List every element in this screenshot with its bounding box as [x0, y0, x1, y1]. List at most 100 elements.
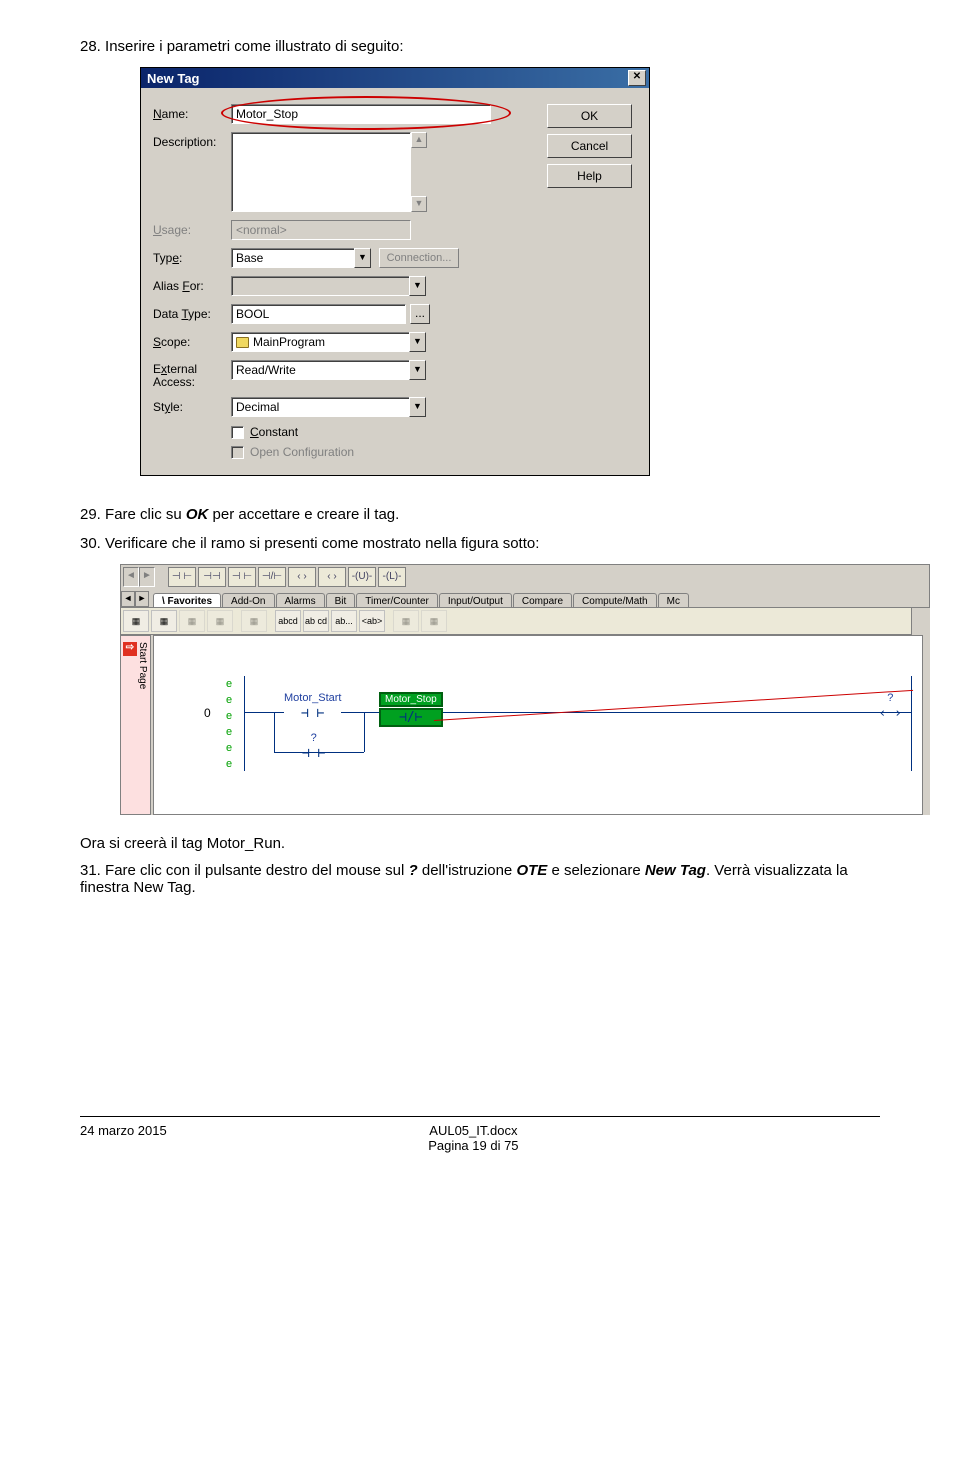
- toolbar-button[interactable]: ‹ ›: [288, 567, 316, 587]
- cancel-button[interactable]: Cancel: [547, 134, 632, 158]
- button-column: OK Cancel Help: [547, 104, 637, 463]
- dialog-titlebar: New Tag ✕: [141, 68, 649, 88]
- contact-motor-stop[interactable]: Motor_Stop ⊣/⊢: [379, 692, 443, 727]
- style-label: Style:: [153, 397, 231, 414]
- scroll-left-icon[interactable]: ◄: [123, 567, 139, 587]
- step-29-prefix: Fare clic su: [105, 506, 186, 523]
- toolbar-button[interactable]: abcd: [275, 610, 301, 632]
- tb2-btn: ▦: [421, 610, 447, 632]
- tb2-btn: ▦: [207, 610, 233, 632]
- help-button[interactable]: Help: [547, 164, 632, 188]
- xic-icon: ⊣ ⊢: [301, 706, 324, 721]
- xio-icon: ⊣/⊢: [399, 710, 422, 725]
- start-page-tab[interactable]: ⇨ Start Page: [120, 635, 151, 815]
- tb2-btn[interactable]: ▦: [123, 610, 149, 632]
- toolbar-button[interactable]: ab cd: [303, 610, 329, 632]
- opencfg-checkbox: [231, 446, 244, 459]
- ladder-editor-wrap: ◄ ► ⊣ ⊢⊣⊣⊣ ⊢⊣/⊢‹ ›‹ ›-(U)--(L)- ◄ ► \ Fa…: [120, 564, 880, 815]
- footer-date: 24 marzo 2015: [80, 1123, 167, 1153]
- contact-motor-start[interactable]: Motor_Start ⊣ ⊢: [284, 692, 341, 721]
- alias-value: [231, 276, 409, 296]
- rung-wire: [244, 712, 912, 713]
- chevron-down-icon[interactable]: ▼: [409, 360, 426, 380]
- step-num-30: 30.: [80, 535, 101, 552]
- footer-file: AUL05_IT.docx: [167, 1123, 780, 1138]
- tab-compare[interactable]: Compare: [513, 593, 572, 607]
- constant-checkbox[interactable]: [231, 426, 244, 439]
- external-label: External Access:: [153, 360, 231, 389]
- step-29: 29. Fare clic su OK per accettare e crea…: [80, 506, 880, 523]
- type-value: Base: [231, 248, 354, 268]
- datatype-label: Data Type:: [153, 304, 231, 321]
- tab-alarms[interactable]: Alarms: [276, 593, 325, 607]
- toolbar-button[interactable]: ‹ ›: [318, 567, 346, 587]
- scope-value: MainProgram: [231, 332, 409, 352]
- external-combo[interactable]: Read/Write ▼: [231, 360, 426, 380]
- type-combo[interactable]: Base ▼: [231, 248, 371, 268]
- tab-next-icon[interactable]: ►: [135, 591, 149, 607]
- style-combo[interactable]: Decimal ▼: [231, 397, 426, 417]
- new-tag-dialog-wrap: New Tag ✕ Name: Description:: [140, 67, 880, 476]
- step-31: 31. Fare clic con il pulsante destro del…: [80, 862, 880, 896]
- chevron-down-icon[interactable]: ▼: [354, 248, 371, 268]
- output-ote[interactable]: ? ‹ ›: [879, 692, 902, 721]
- toolbar-button[interactable]: ⊣⊣: [198, 567, 226, 587]
- tb2-btn: ▦: [393, 610, 419, 632]
- tabs-row: ◄ ► \ FavoritesAdd-OnAlarmsBitTimer/Coun…: [120, 588, 930, 608]
- annotation-arrow: [434, 690, 913, 721]
- folder-icon: [236, 337, 249, 348]
- description-label: Description:: [153, 132, 231, 149]
- tb2-btn: ▦: [241, 610, 267, 632]
- rung-rail-left: [244, 676, 245, 771]
- datatype-input[interactable]: [231, 304, 406, 324]
- toolbar-button[interactable]: ab...: [331, 610, 357, 632]
- toolbar-button[interactable]: <ab>: [359, 610, 385, 632]
- type-label: Type:: [153, 248, 231, 265]
- scope-combo[interactable]: MainProgram ▼: [231, 332, 426, 352]
- toolbar-button[interactable]: ⊣ ⊢: [168, 567, 196, 587]
- description-input[interactable]: [231, 132, 411, 212]
- chevron-down-icon[interactable]: ▼: [409, 397, 426, 417]
- step-text-28: Inserire i parametri come illustrato di …: [105, 38, 403, 55]
- scope-label: Scope:: [153, 332, 231, 349]
- scroll-right-icon[interactable]: ►: [139, 567, 155, 587]
- tab-prev-icon[interactable]: ◄: [121, 591, 135, 607]
- tab-addon[interactable]: Add-On: [222, 593, 274, 607]
- editor-main: ▦ ▦ ▦ ▦ ▦ abcdab cdab...<ab> ▦ ▦: [120, 608, 930, 815]
- tab-bit[interactable]: Bit: [326, 593, 356, 607]
- toolbar-button[interactable]: -(U)-: [348, 567, 376, 587]
- alias-combo: ▼: [231, 276, 426, 296]
- chevron-down-icon: ▼: [409, 276, 426, 296]
- scroll-down-icon[interactable]: ▼: [411, 196, 427, 212]
- dialog-body: Name: Description: ▲ ▼: [141, 88, 649, 475]
- chevron-down-icon[interactable]: ▼: [409, 332, 426, 352]
- close-icon[interactable]: ✕: [628, 70, 646, 86]
- arrow-icon: ⇨: [123, 642, 137, 656]
- ladder-area[interactable]: eeeeee 0 Motor_Start ⊣ ⊢ Motor_Stop: [153, 635, 923, 815]
- tb2-btn[interactable]: ▦: [151, 610, 177, 632]
- step-29-suffix: per accettare e creare il tag.: [208, 506, 399, 523]
- scroll-up-icon[interactable]: ▲: [411, 132, 427, 148]
- tab-computemath[interactable]: Compute/Math: [573, 593, 657, 607]
- tab-timercounter[interactable]: Timer/Counter: [356, 593, 438, 607]
- tab-mc[interactable]: Mc: [658, 593, 689, 607]
- toolbar-button[interactable]: -(L)-: [378, 567, 406, 587]
- toolbar-button[interactable]: ⊣ ⊢: [228, 567, 256, 587]
- toolbar-row-1: ◄ ► ⊣ ⊢⊣⊣⊣ ⊢⊣/⊢‹ ›‹ ›-(U)--(L)-: [120, 564, 930, 588]
- constant-label: Constant: [250, 425, 298, 439]
- tab-favorites[interactable]: \ Favorites: [153, 593, 221, 607]
- step-num-28: 28.: [80, 38, 101, 55]
- step-30-text: Verificare che il ramo si presenti come …: [105, 535, 539, 552]
- rung-number: 0: [204, 706, 211, 720]
- branch-wire: [274, 712, 275, 752]
- ellipsis-button[interactable]: ...: [410, 304, 430, 324]
- toolbar-button[interactable]: ⊣/⊢: [258, 567, 286, 587]
- step-30: 30. Verificare che il ramo si presenti c…: [80, 535, 880, 552]
- form-column: Name: Description: ▲ ▼: [153, 104, 537, 463]
- aliasfor-label: Alias For:: [153, 276, 231, 293]
- name-input[interactable]: [231, 104, 491, 124]
- contact-branch[interactable]: ? ⊣ ⊢: [302, 732, 325, 761]
- ok-button[interactable]: OK: [547, 104, 632, 128]
- tb2-btn: ▦: [179, 610, 205, 632]
- tab-inputoutput[interactable]: Input/Output: [439, 593, 512, 607]
